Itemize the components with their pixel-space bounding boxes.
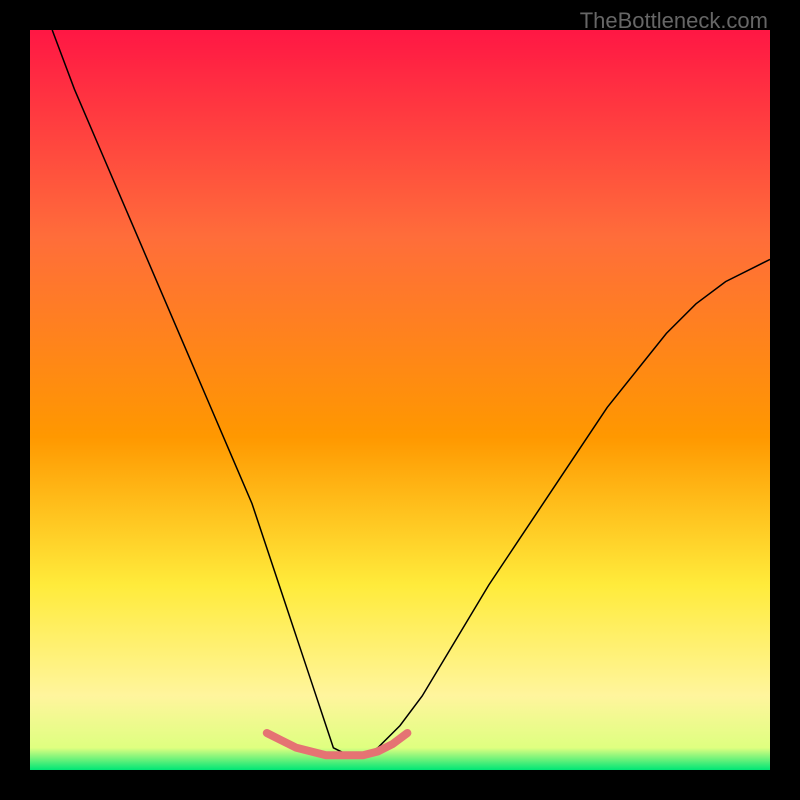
gradient-background	[30, 30, 770, 770]
chart-plot-area	[30, 30, 770, 770]
watermark-text: TheBottleneck.com	[580, 8, 768, 34]
chart-svg	[30, 30, 770, 770]
